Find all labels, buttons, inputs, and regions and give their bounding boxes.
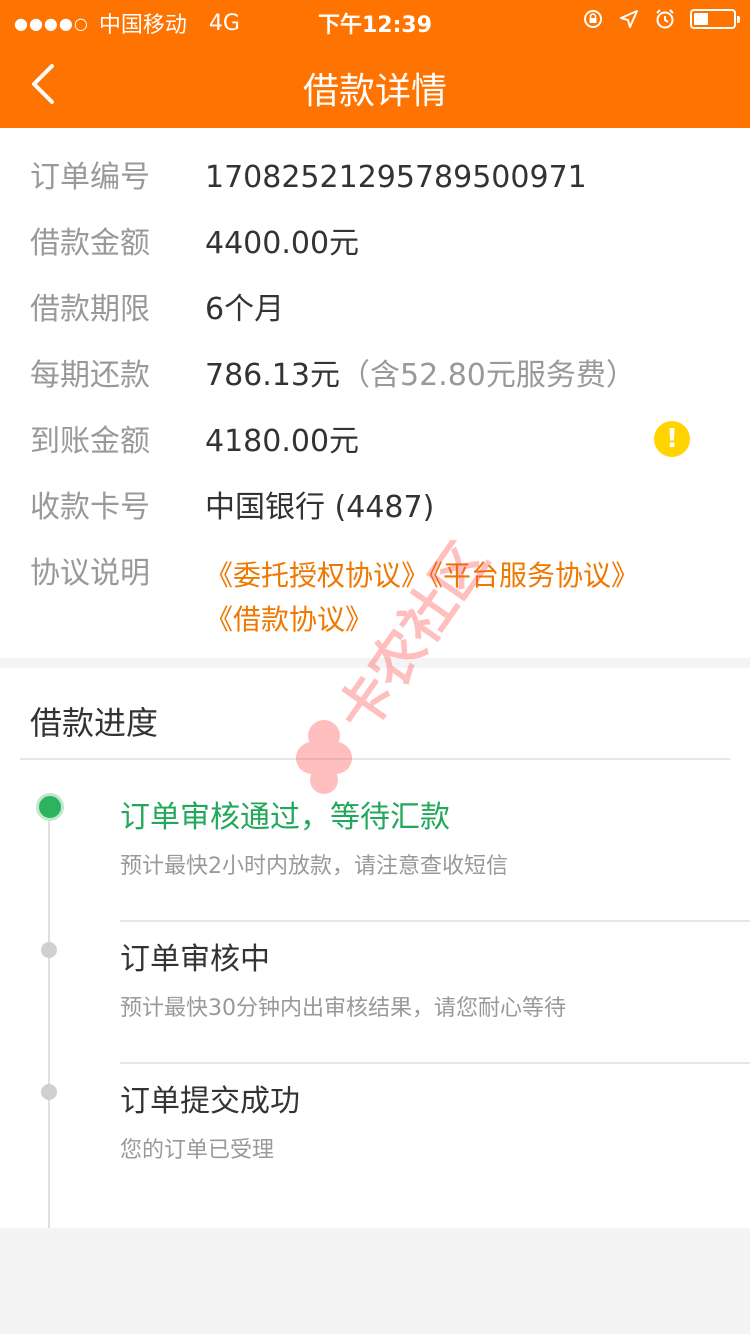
detail-row-loan-term: 借款期限 6个月 (0, 290, 750, 330)
detail-label: 借款金额 (30, 226, 150, 261)
step-title-submitted: 订单提交成功 (120, 1084, 300, 1119)
detail-row-loan-amount: 借款金额 4400.00元 (0, 224, 750, 264)
detail-row-order-number: 订单编号 17082521295789500971 (0, 158, 750, 198)
location-arrow-icon (620, 10, 638, 28)
loan-detail-card: 订单编号 17082521295789500971 借款金额 4400.00元 … (0, 128, 750, 658)
status-bar: ●●●●○ 中国移动 4G 下午12:39 (0, 0, 750, 40)
alarm-clock-icon (656, 9, 674, 29)
page-title: 借款详情 (302, 71, 447, 112)
detail-row-received-amount: 到账金额 4180.00元 (0, 422, 750, 462)
detail-value: 786.13元 (205, 358, 340, 393)
status-right (582, 8, 740, 30)
step-title-reviewing: 订单审核中 (120, 942, 270, 977)
detail-label: 借款期限 (30, 292, 150, 327)
step-subtitle-reviewing: 预计最快30分钟内出审核结果，请您耐心等待 (120, 996, 566, 1021)
detail-label: 到账金额 (30, 424, 150, 459)
step-title-approved: 订单审核通过，等待汇款 (120, 800, 450, 835)
service-fee-note: （含52.80元服务费） (339, 358, 636, 393)
rotation-lock-icon (584, 10, 602, 28)
battery-icon (690, 9, 740, 29)
detail-label: 收款卡号 (30, 490, 150, 525)
detail-label: 每期还款 (30, 358, 150, 393)
step-divider (120, 920, 750, 922)
warning-icon[interactable]: ! (654, 421, 690, 457)
nav-bar: 借款详情 (0, 40, 750, 128)
agreement-link-platform-service[interactable]: 《平台服务协议》 (429, 559, 639, 592)
step-subtitle-submitted: 您的订单已受理 (120, 1138, 275, 1163)
step-divider (120, 1062, 750, 1064)
detail-row-installment: 每期还款 786.13元（含52.80元服务费） (0, 356, 750, 396)
detail-value: 4180.00元 (205, 424, 360, 459)
timeline-dot (41, 942, 57, 958)
detail-label: 协议说明 (30, 556, 150, 591)
detail-value: 中国银行 (4487) (205, 490, 435, 525)
detail-value: 4400.00元 (205, 226, 360, 261)
detail-value-group: 786.13元（含52.80元服务费） (205, 356, 636, 396)
progress-divider (20, 758, 730, 760)
timeline-dot (41, 1084, 57, 1100)
agreement-link-loan[interactable]: 《借款协议》 (205, 603, 373, 636)
timeline-dot-active (36, 793, 64, 821)
agreement-links: 《委托授权协议》《平台服务协议》 《借款协议》 (205, 554, 645, 642)
timeline-line (48, 808, 50, 1228)
detail-value: 17082521295789500971 (205, 160, 587, 195)
detail-value: 6个月 (205, 292, 285, 327)
step-subtitle-approved: 预计最快2小时内放款，请注意查收短信 (120, 854, 508, 879)
agreement-link-authorization[interactable]: 《委托授权协议》 (205, 559, 429, 592)
detail-row-bank-card: 收款卡号 中国银行 (4487) (0, 488, 750, 528)
detail-label: 订单编号 (30, 160, 150, 195)
progress-title: 借款进度 (30, 704, 159, 742)
loan-progress-card: 借款进度 订单审核通过，等待汇款 预计最快2小时内放款，请注意查收短信 订单审核… (0, 668, 750, 1228)
